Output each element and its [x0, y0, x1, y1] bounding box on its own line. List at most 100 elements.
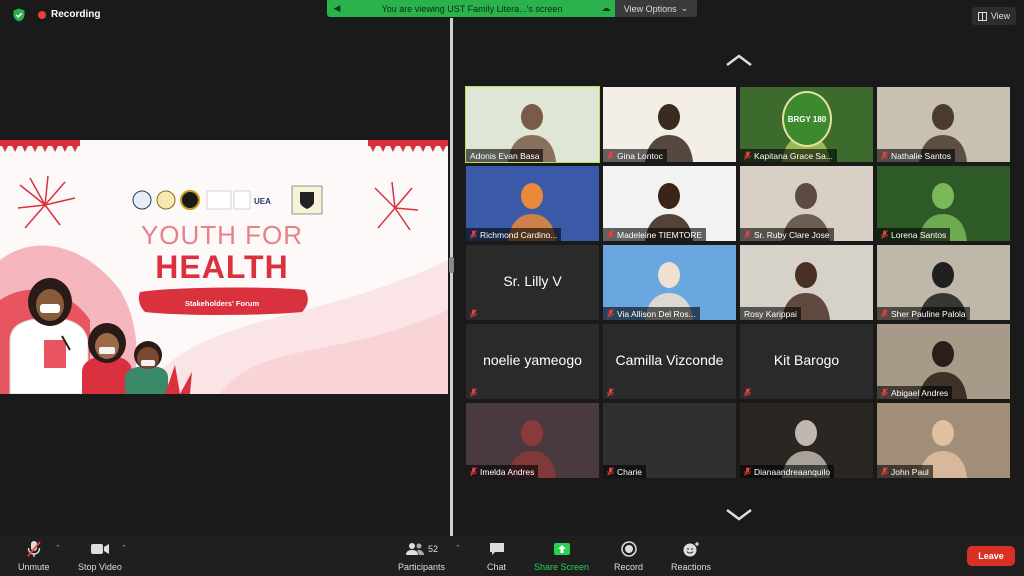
participant-name: Dianaandreaanquilo	[754, 466, 831, 477]
participant-tile[interactable]: Via Allison Del Ros...	[603, 245, 736, 320]
leave-button[interactable]: Leave	[967, 546, 1015, 566]
microphone-muted-icon	[470, 467, 477, 476]
chat-label: Chat	[487, 562, 507, 572]
microphone-muted-icon	[744, 151, 751, 160]
participant-name-bar: Kapitana Grace Sa...	[740, 149, 837, 162]
participant-name-bar: John Paul	[877, 465, 933, 478]
participant-name: Charie	[617, 466, 643, 477]
microphone-muted-icon	[881, 388, 888, 397]
participant-name-bar	[466, 307, 481, 320]
participant-name: Kapitana Grace Sa...	[754, 150, 833, 161]
participant-name: Rosy Karippai	[744, 308, 797, 319]
chevron-down-icon: ⌄	[680, 3, 689, 13]
participant-tile[interactable]: Richmond Cardino...	[466, 166, 599, 241]
participants-count: 52	[428, 544, 439, 554]
stop-video-button[interactable]: Stop Video	[78, 540, 122, 572]
participant-tile[interactable]: Sr. Lilly V	[466, 245, 599, 320]
participants-button[interactable]: 52 Participants	[398, 540, 445, 572]
video-camera-icon	[90, 544, 109, 554]
microphone-muted-icon	[881, 309, 888, 318]
chat-icon	[489, 543, 504, 555]
firework-left	[17, 175, 76, 229]
speaker-icon: ◀	[333, 3, 341, 13]
view-label: View	[990, 11, 1011, 21]
microphone-muted-icon	[881, 467, 888, 476]
firework-right	[374, 181, 419, 231]
video-options-caret-icon[interactable]: ⌃	[121, 544, 127, 552]
chat-button[interactable]: Chat	[487, 540, 506, 572]
participant-tile[interactable]: Abigael Andres	[877, 324, 1010, 399]
participant-tile[interactable]: Lorena Santos	[877, 166, 1010, 241]
participant-tile[interactable]: Nathalie Santos	[877, 87, 1010, 162]
participant-name-bar: Adonis Evan Basa	[466, 149, 544, 162]
chevron-up-icon[interactable]	[724, 52, 754, 68]
participant-tile[interactable]: Imelda Andres	[466, 403, 599, 478]
split-view-divider[interactable]	[450, 18, 453, 536]
participants-options-caret-icon[interactable]: ⌃	[455, 544, 461, 552]
participant-tile[interactable]: noelie yameogo	[466, 324, 599, 399]
microphone-muted-icon	[27, 541, 41, 557]
divider-drag-handle[interactable]	[449, 257, 454, 273]
participant-name: Sr. Ruby Clare Jose	[754, 229, 830, 240]
microphone-muted-icon	[607, 467, 614, 476]
participant-tile[interactable]: Madeleine TIEMTORE	[603, 166, 736, 241]
share-screen-button[interactable]: Share Screen	[534, 540, 589, 572]
microphone-muted-icon	[744, 230, 751, 239]
share-screen-icon	[553, 543, 570, 555]
participant-display-name: Kit Barogo	[773, 352, 840, 368]
participant-name: Imelda Andres	[480, 466, 535, 477]
chevron-down-icon[interactable]	[724, 507, 754, 523]
microphone-muted-icon	[607, 230, 614, 239]
participant-name-bar: Via Allison Del Ros...	[603, 307, 700, 320]
unmute-label: Unmute	[18, 562, 50, 572]
participant-name-bar	[466, 386, 481, 399]
microphone-muted-icon	[470, 388, 477, 397]
zoom-meeting-window: Recording ◀ You are viewing UST Family L…	[0, 0, 1024, 576]
participants-label: Participants	[398, 562, 446, 572]
reactions-label: Reactions	[671, 562, 712, 572]
shared-screen[interactable]: UEA YOUTH FOR HEALTH Stakeholders' Forum	[0, 140, 448, 394]
reactions-button[interactable]: Reactions	[671, 540, 711, 572]
participant-name-bar: Abigael Andres	[877, 386, 953, 399]
participant-display-name: noelie yameogo	[483, 352, 582, 368]
microphone-muted-icon	[744, 388, 751, 397]
participant-tile[interactable]: Sr. Ruby Clare Jose	[740, 166, 873, 241]
microphone-muted-icon	[607, 309, 614, 318]
participant-tile[interactable]: Gina Lontoc	[603, 87, 736, 162]
participant-tile[interactable]: Kit Barogo	[740, 324, 873, 399]
participant-name: John Paul	[891, 466, 929, 477]
participant-tile[interactable]: Dianaandreaanquilo	[740, 403, 873, 478]
participant-tile[interactable]: Charie	[603, 403, 736, 478]
slide-title-line1: YOUTH FOR	[141, 220, 303, 250]
participant-tile[interactable]: Rosy Karippai	[740, 245, 873, 320]
stop-video-label: Stop Video	[78, 562, 122, 572]
participant-name-bar: Gina Lontoc	[603, 149, 667, 162]
share-banner-text: You are viewing UST Family Litera...'s s…	[381, 3, 563, 14]
record-button[interactable]: Record	[614, 540, 643, 572]
participant-name-bar: Imelda Andres	[466, 465, 539, 478]
microphone-muted-icon	[881, 151, 888, 160]
view-button[interactable]: View	[972, 7, 1016, 25]
microphone-muted-icon	[744, 467, 751, 476]
participant-tile[interactable]: Adonis Evan Basa	[465, 86, 600, 163]
slide-title-line2: HEALTH	[155, 249, 288, 285]
participant-tile[interactable]: Sher Pauline Palola	[877, 245, 1010, 320]
participant-name: Madeleine TIEMTORE	[617, 229, 703, 240]
view-options-label: View Options	[623, 3, 677, 14]
audio-options-caret-icon[interactable]: ⌃	[55, 544, 61, 552]
slide-subtitle: Stakeholders' Forum	[185, 299, 260, 308]
security-shield-icon[interactable]	[12, 8, 26, 22]
partner-logos	[132, 185, 323, 215]
participant-name-bar: Sr. Ruby Clare Jose	[740, 228, 834, 241]
participant-tile[interactable]: BRGY 180 Kapitana Grace Sa...	[740, 87, 873, 162]
unmute-button[interactable]: Unmute	[18, 540, 50, 572]
share-screen-label: Share Screen	[534, 562, 590, 572]
participant-name-bar: Rosy Karippai	[740, 307, 801, 320]
participant-name-bar: Madeleine TIEMTORE	[603, 228, 707, 241]
participant-tile[interactable]: John Paul	[877, 403, 1010, 478]
participant-name: Nathalie Santos	[891, 150, 952, 161]
microphone-muted-icon	[470, 309, 477, 318]
recording-indicator[interactable]: Recording	[38, 9, 100, 20]
view-options-button[interactable]: View Options ⌄	[615, 0, 697, 17]
participant-tile[interactable]: Camilla Vizconde	[603, 324, 736, 399]
